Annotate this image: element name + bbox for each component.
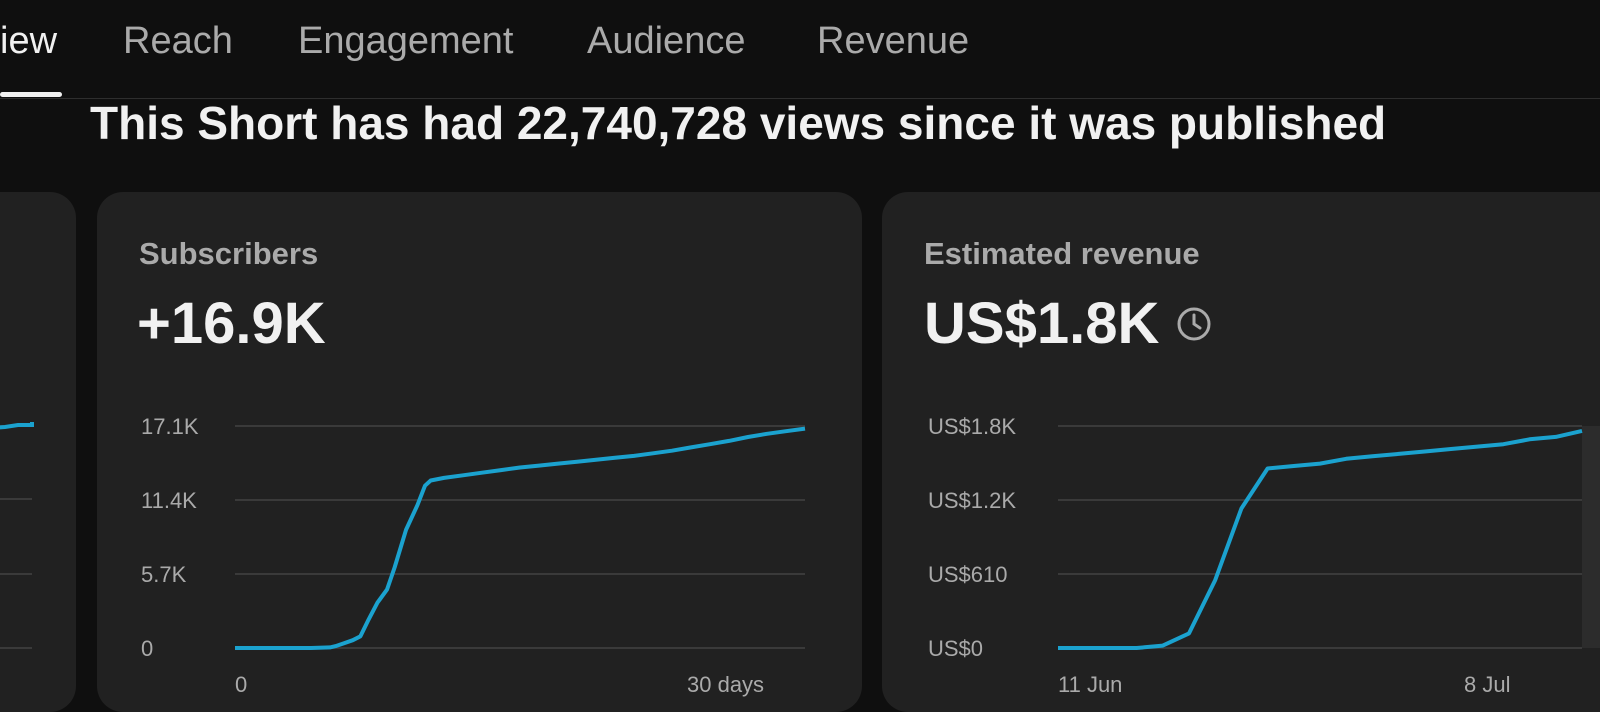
views-card[interactable] [0,192,76,712]
revenue-card[interactable]: Estimated revenue US$1.8K US$0 US$610 US$1… [882,192,1600,712]
subscribers-card[interactable]: Subscribers +16.9K 0 5.7K 11.4K 17.1K 0 30 da… [97,192,862,712]
subscribers-chart: 0 5.7K 11.4K 17.1K 0 30 days [141,414,806,697]
tab-reach[interactable]: Reach [123,20,233,63]
tab-engagement[interactable]: Engagement [298,20,514,63]
highlight-band [1582,426,1600,648]
y-tick-label: US$1.8K [928,414,1016,439]
x-tick-label: 30 days [687,672,764,697]
y-tick-label: US$0 [928,636,983,661]
active-tab-indicator [0,92,62,97]
views-headline: This Short has had 22,740,728 views sinc… [90,97,1387,149]
y-tick-label: US$1.2K [928,488,1016,513]
y-tick-label: 0 [141,636,153,661]
x-tick-label: 8 Jul [1464,672,1510,697]
views-chart-fragment [0,422,34,649]
views-series-line [0,422,34,430]
revenue-chart: US$0 US$610 US$1.2K US$1.8K 11 Jun 8 Jul [928,414,1600,697]
series-line [235,426,806,650]
x-tick-label: 11 Jun [1058,672,1122,697]
x-tick-label: 0 [235,672,247,697]
y-tick-label: 5.7K [141,562,187,587]
tab-overview[interactable]: iew [0,20,57,63]
tab-revenue[interactable]: Revenue [817,20,969,63]
tab-audience[interactable]: Audience [587,20,745,63]
y-tick-label: US$610 [928,562,1008,587]
y-tick-label: 17.1K [141,414,199,439]
series-line [1058,428,1583,650]
analytics-tab-bar: iew Reach Engagement Audience Revenue [0,0,1600,99]
y-tick-label: 11.4K [141,488,197,513]
